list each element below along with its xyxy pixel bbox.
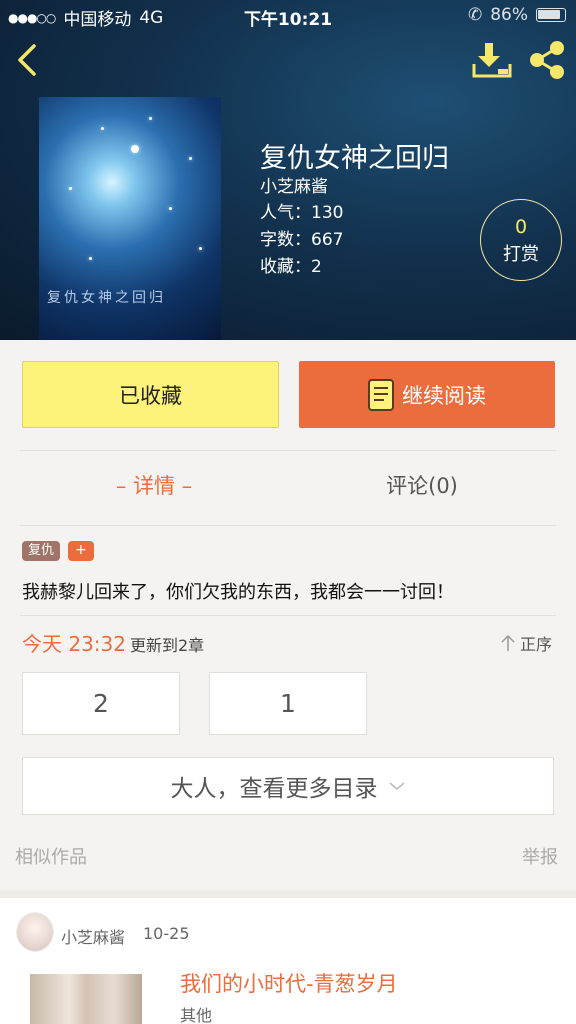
tab-detail[interactable]: – 详情 –	[20, 470, 288, 504]
continue-reading-label: 继续阅读	[402, 383, 486, 408]
cover-star	[169, 207, 172, 210]
similar-works-heading: 相似作品	[15, 847, 87, 868]
cover-star	[189, 157, 192, 160]
sort-order-label: 正序	[520, 635, 553, 654]
tab-comments[interactable]: 评论(0)	[288, 470, 556, 504]
download-button[interactable]	[470, 40, 514, 80]
continue-reading-button[interactable]: 继续阅读	[299, 361, 555, 428]
similar-cover-image[interactable]	[30, 974, 142, 1024]
similar-work-card[interactable]: 小芝麻酱 10-25 我们的小时代-青葱岁月 其他	[0, 890, 576, 1024]
avatar[interactable]	[16, 912, 54, 952]
tip-count: 0	[514, 216, 528, 238]
view-more-catalog-button[interactable]: 大人，查看更多目录	[22, 757, 554, 815]
divider	[20, 615, 556, 616]
book-cover-image[interactable]: 复仇女神之回归	[39, 97, 221, 340]
share-button[interactable]	[526, 40, 568, 80]
cover-star	[89, 257, 92, 260]
book-summary: 我赫黎儿回来了，你们欠我的东西，我都会一一讨回！	[22, 582, 454, 603]
divider	[20, 450, 556, 451]
phone-icon: ✆	[467, 5, 483, 25]
cover-star	[131, 145, 139, 153]
share-icon	[530, 41, 564, 79]
book-favorites: 收藏：2	[260, 257, 322, 277]
report-link[interactable]: 举报	[522, 843, 558, 869]
back-button[interactable]	[10, 40, 46, 80]
book-icon	[368, 378, 394, 411]
similar-date: 10-25	[143, 924, 190, 943]
collected-label: 已收藏	[119, 383, 182, 408]
cover-star	[69, 187, 72, 190]
book-author[interactable]: 小芝麻酱	[260, 172, 328, 197]
book-header: ●●●○○ 中国移动 4G 下午10:21 ✆ 86% 复仇女神之回归 复仇女神…	[0, 0, 576, 340]
tag-list: 复仇 +	[22, 541, 94, 561]
chapter-number: 2	[93, 689, 109, 718]
sort-order-button[interactable]: 正序	[500, 631, 552, 655]
view-more-catalog-label: 大人，查看更多目录	[170, 776, 378, 802]
similar-title[interactable]: 我们的小时代-青葱岁月	[180, 968, 398, 998]
similar-genre: 其他	[180, 1006, 213, 1024]
similar-author[interactable]: 小芝麻酱	[61, 924, 125, 948]
tip-button[interactable]: 0 打赏	[480, 199, 562, 281]
battery-label: 86%	[490, 5, 528, 25]
update-text: 更新到2章	[130, 636, 205, 655]
book-popularity: 人气：130	[260, 203, 344, 223]
chapter-item[interactable]: 2	[22, 672, 180, 735]
chapter-number: 1	[280, 689, 296, 718]
cover-star	[101, 127, 104, 130]
cover-star	[149, 117, 152, 120]
cover-title-text: 复仇女神之回归	[47, 290, 166, 306]
book-word-count: 字数：667	[260, 230, 344, 250]
collected-button[interactable]: 已收藏	[22, 361, 279, 428]
tag-revenge[interactable]: 复仇	[22, 541, 61, 561]
cover-star	[199, 247, 202, 250]
chevron-down-icon	[389, 782, 404, 790]
book-title: 复仇女神之回归	[260, 143, 449, 174]
tip-label: 打赏	[503, 244, 539, 265]
add-tag-button[interactable]: +	[68, 541, 94, 561]
download-icon	[472, 43, 512, 78]
chevron-left-icon	[18, 44, 36, 76]
chapter-item[interactable]: 1	[209, 672, 367, 735]
update-time: 今天 23:32	[22, 632, 126, 656]
battery-icon	[536, 8, 566, 22]
status-bar: ●●●○○ 中国移动 4G 下午10:21 ✆ 86%	[0, 0, 576, 30]
divider	[20, 525, 556, 526]
arrow-up-icon	[501, 634, 515, 651]
